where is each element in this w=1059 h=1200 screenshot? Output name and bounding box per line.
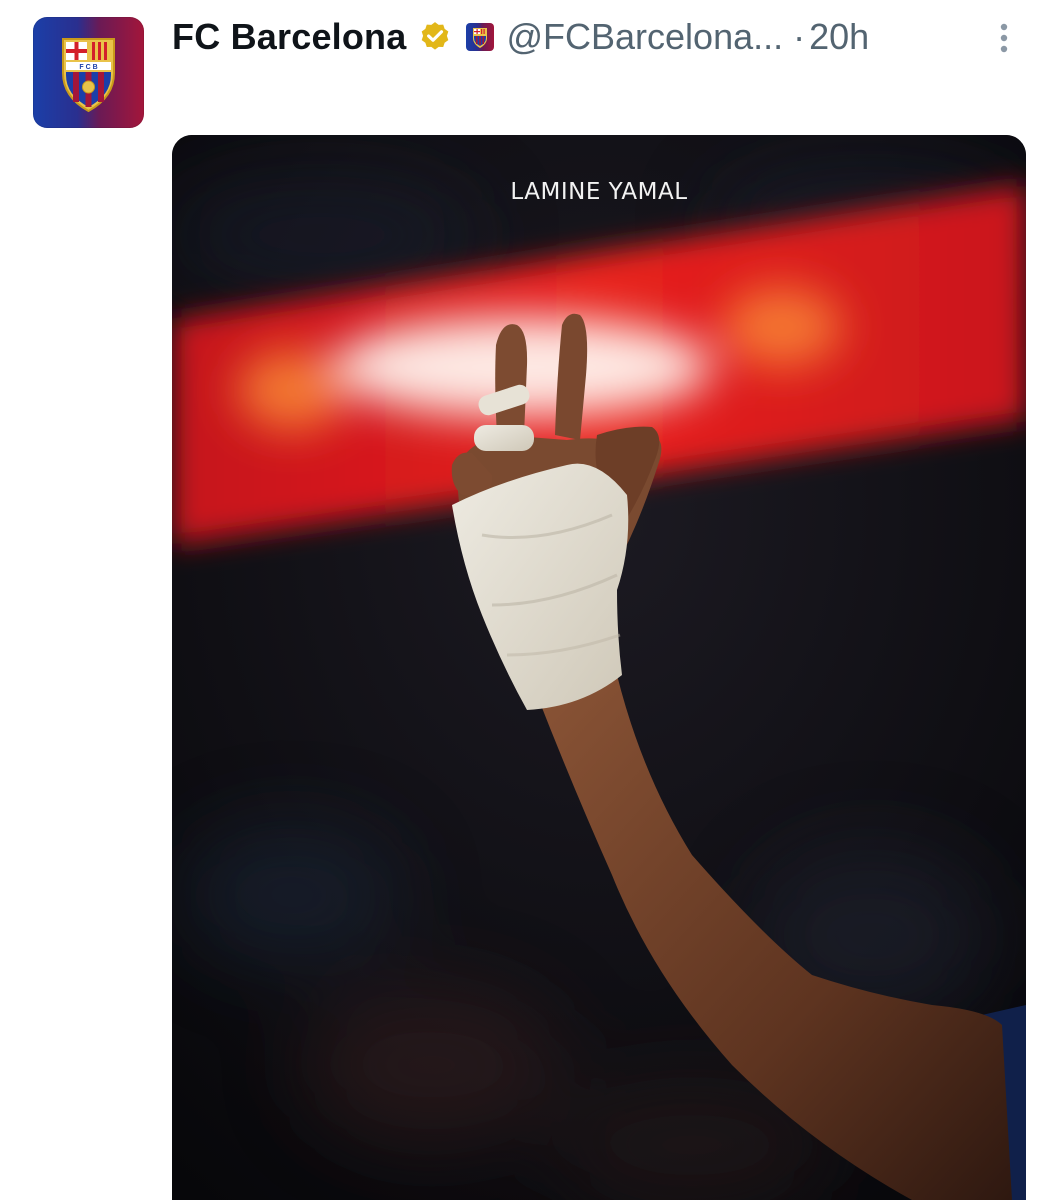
tweet-header: FC Barcelona @FCBarcelona... · 20h (172, 12, 1032, 62)
timestamp[interactable]: 20h (809, 16, 869, 58)
raised-bandaged-hand-photo (172, 135, 1026, 1200)
svg-text:F C B: F C B (79, 64, 97, 71)
fcb-crest-icon: F C B (62, 38, 115, 113)
verified-badge-icon[interactable] (418, 20, 452, 54)
media-caption: LAMINE YAMAL (510, 179, 688, 205)
avatar[interactable]: F C B (33, 17, 144, 128)
tweet-media-image[interactable]: LAMINE YAMAL (172, 135, 1026, 1200)
author-handle[interactable]: @FCBarcelona... (506, 16, 783, 58)
display-name[interactable]: FC Barcelona (172, 16, 406, 58)
tweet-card[interactable]: F C B FC Barcelona @FCBarcelona... · 20h… (0, 0, 1059, 1200)
separator-dot: · (793, 16, 806, 57)
more-options-icon[interactable] (992, 22, 1016, 58)
affiliate-badge-icon[interactable] (466, 23, 495, 51)
